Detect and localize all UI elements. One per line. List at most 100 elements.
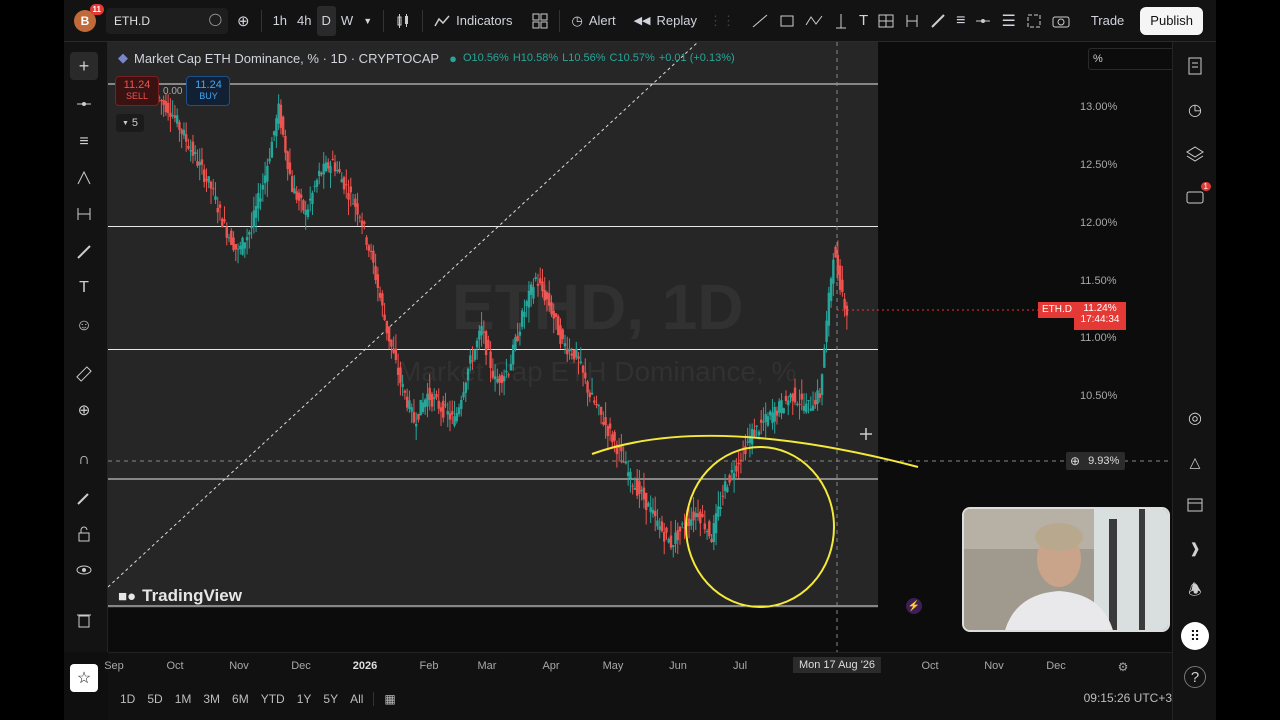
range-1y[interactable]: 1Y bbox=[291, 692, 318, 706]
magnet-icon[interactable]: ∩ bbox=[70, 446, 98, 474]
symbol-search[interactable]: ETH.D ◯ bbox=[106, 7, 228, 34]
time-axis[interactable]: Sep Oct Nov Dec 2026 Feb Mar Apr May Jun… bbox=[104, 652, 1172, 678]
chevron-down-icon[interactable]: ▼ bbox=[358, 6, 377, 36]
range-3m[interactable]: 3M bbox=[197, 692, 226, 706]
watermark-symbol: ETHD, 1D bbox=[452, 271, 744, 343]
settings-lines-icon[interactable]: ☰ bbox=[996, 6, 1020, 36]
candle-body bbox=[263, 175, 267, 184]
layout-icon[interactable] bbox=[527, 6, 553, 36]
favorite-star-icon[interactable]: ☆ bbox=[70, 664, 98, 692]
candle-body bbox=[798, 403, 801, 405]
candle-body bbox=[198, 161, 201, 166]
range-ytd[interactable]: YTD bbox=[255, 692, 291, 706]
interval-1h[interactable]: 1h bbox=[268, 6, 292, 36]
candle-body bbox=[611, 434, 614, 443]
candle-body bbox=[378, 292, 382, 298]
horizontal-lines-icon[interactable]: ≡ bbox=[70, 128, 98, 156]
user-avatar[interactable]: B 11 bbox=[74, 3, 104, 32]
symbol-type-icon[interactable]: ◯ bbox=[209, 12, 222, 26]
drag-handle-icon[interactable]: ⋮⋮ bbox=[704, 6, 740, 36]
emoji-icon[interactable]: ☺ bbox=[70, 312, 98, 340]
range-all[interactable]: All bbox=[344, 692, 369, 706]
publish-button[interactable]: Publish bbox=[1140, 6, 1203, 35]
clock-icon[interactable]: ◷ bbox=[1181, 96, 1209, 124]
interval-4h[interactable]: 4h bbox=[292, 6, 316, 36]
target-icon[interactable]: ◎ bbox=[1181, 404, 1209, 432]
lightning-icon[interactable]: ⚡ bbox=[906, 598, 922, 614]
bell-icon[interactable]: 🕭 bbox=[1181, 578, 1209, 606]
watchlist-icon[interactable] bbox=[1181, 52, 1209, 80]
help-icon[interactable]: ? bbox=[1184, 666, 1206, 688]
add-symbol-icon[interactable]: ⊕ bbox=[232, 6, 255, 36]
candle-body bbox=[277, 103, 280, 124]
gann-icon[interactable] bbox=[70, 164, 98, 192]
sell-button[interactable]: 11.24 SELL bbox=[115, 76, 159, 106]
lock-icon[interactable] bbox=[70, 520, 98, 548]
pitchfork-icon[interactable] bbox=[899, 6, 925, 36]
measure-tool-icon[interactable] bbox=[70, 200, 98, 228]
zoom-icon[interactable]: ⊕ bbox=[70, 396, 98, 424]
lines-icon[interactable]: ≡ bbox=[951, 6, 970, 36]
date-range-icon[interactable]: ▦ bbox=[373, 692, 401, 706]
ruler-icon[interactable] bbox=[70, 360, 98, 388]
chat-icon[interactable]: 1 bbox=[1181, 182, 1211, 212]
fib-icon[interactable] bbox=[873, 6, 899, 36]
trade-button[interactable]: Trade bbox=[1083, 13, 1132, 28]
cursor-line-icon[interactable] bbox=[70, 90, 98, 118]
indicators-button[interactable]: Indicators bbox=[429, 6, 517, 36]
horizontal-line-icon[interactable] bbox=[970, 6, 996, 36]
candle-body bbox=[825, 320, 828, 343]
range-6m[interactable]: 6M bbox=[226, 692, 255, 706]
candle-body bbox=[281, 116, 285, 135]
buy-button[interactable]: 11.24 BUY bbox=[186, 76, 231, 106]
unit-box[interactable]: % bbox=[1088, 48, 1178, 70]
replay-button[interactable]: ◀◀ Replay bbox=[629, 6, 702, 36]
candle-body bbox=[241, 237, 244, 255]
layers-icon[interactable] bbox=[1181, 140, 1209, 168]
candle-body bbox=[811, 405, 815, 411]
apps-grid-icon[interactable]: ⠿ bbox=[1181, 622, 1209, 650]
clock[interactable]: 09:15:26 UTC+3 bbox=[1084, 691, 1172, 705]
candle-body bbox=[676, 530, 679, 541]
candle-body bbox=[629, 471, 632, 479]
lock-pen-icon[interactable] bbox=[70, 484, 98, 512]
rectangle-icon[interactable] bbox=[774, 6, 800, 36]
candle-body bbox=[421, 402, 425, 412]
table-icon bbox=[878, 14, 894, 27]
sell-label: SELL bbox=[125, 91, 149, 101]
interval-d[interactable]: D bbox=[316, 5, 336, 36]
price-label: 11.50% bbox=[1080, 275, 1117, 287]
camera-icon[interactable] bbox=[1047, 6, 1075, 36]
candle-body bbox=[638, 481, 641, 494]
brush-tool-icon[interactable] bbox=[70, 238, 98, 266]
range-1m[interactable]: 1M bbox=[169, 692, 198, 706]
trash-icon[interactable] bbox=[70, 606, 98, 634]
candle-body bbox=[712, 523, 716, 543]
range-5d[interactable]: 5D bbox=[141, 692, 168, 706]
candle-body bbox=[175, 115, 179, 124]
alert-button[interactable]: ◷ Alert bbox=[566, 6, 620, 36]
add-alert-icon[interactable]: ⊕ bbox=[1070, 454, 1080, 468]
eye-icon[interactable] bbox=[70, 556, 98, 584]
range-1d[interactable]: 1D bbox=[114, 692, 141, 706]
trend-line-icon[interactable] bbox=[746, 6, 774, 36]
indicators-collapse[interactable]: ▼ 5 bbox=[116, 114, 144, 132]
candle-body bbox=[214, 195, 217, 200]
fullscreen-icon[interactable] bbox=[1021, 6, 1047, 36]
candle-body bbox=[746, 441, 749, 443]
text-tool-icon[interactable]: T bbox=[70, 274, 98, 302]
axis-settings-icon[interactable]: ⚙ bbox=[1118, 660, 1129, 674]
range-5y[interactable]: 5Y bbox=[317, 692, 344, 706]
crosshair-icon[interactable]: + bbox=[70, 52, 98, 80]
candle-body bbox=[349, 186, 352, 193]
candle-body bbox=[320, 172, 323, 175]
broadcast-icon[interactable]: ❱ bbox=[1181, 534, 1209, 562]
candle-type-icon[interactable] bbox=[390, 6, 416, 36]
calendar-icon[interactable] bbox=[1181, 490, 1209, 518]
interval-w[interactable]: W bbox=[336, 6, 358, 36]
text-icon[interactable]: T bbox=[854, 6, 873, 36]
brush-icon[interactable] bbox=[925, 6, 951, 36]
path-icon[interactable] bbox=[800, 6, 828, 36]
triangle-icon[interactable]: △ bbox=[1181, 448, 1209, 476]
measure-icon[interactable] bbox=[828, 6, 854, 36]
